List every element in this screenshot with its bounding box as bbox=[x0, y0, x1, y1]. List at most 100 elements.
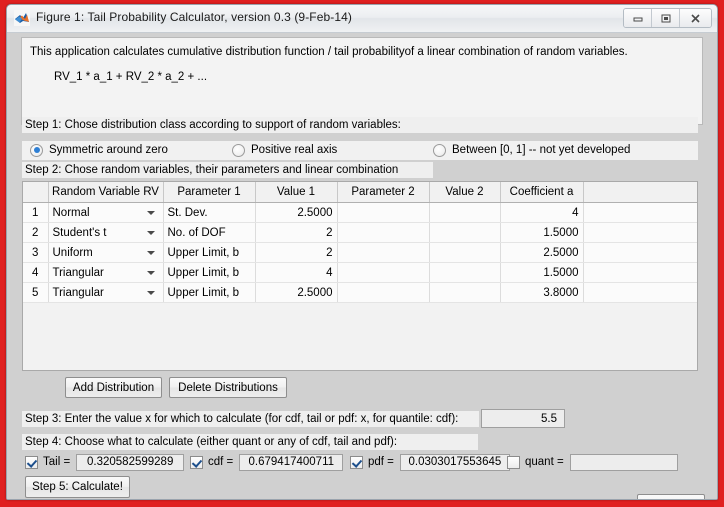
column-header-parameter2[interactable]: Parameter 2 bbox=[337, 182, 430, 203]
radio-label-symmetric: Symmetric around zero bbox=[49, 144, 168, 156]
cell-random-variable[interactable]: Normal bbox=[48, 202, 164, 223]
desktop-background: Figure 1: Tail Probability Calculator, v… bbox=[0, 0, 724, 507]
cell-value1[interactable]: 4 bbox=[255, 262, 338, 283]
random-variables-table: Random Variable RV Parameter 1 Value 1 P… bbox=[23, 182, 697, 303]
table-row[interactable]: 4 Triangular Upper Limit, b 4 1.5000 bbox=[23, 262, 697, 283]
cell-parameter2[interactable] bbox=[337, 242, 430, 263]
table-header-row: Random Variable RV Parameter 1 Value 1 P… bbox=[23, 182, 697, 203]
pdf-value-field[interactable]: 0.0303017553645 bbox=[399, 453, 510, 471]
cell-filler bbox=[583, 282, 697, 303]
cdf-label: cdf = bbox=[208, 456, 234, 468]
rv-value: Triangular bbox=[52, 286, 104, 299]
cell-value2[interactable] bbox=[429, 202, 501, 223]
table-row[interactable]: 2 Student's t No. of DOF 2 1.5000 bbox=[23, 222, 697, 243]
quant-value-field[interactable] bbox=[569, 453, 678, 471]
pdf-label: pdf = bbox=[368, 456, 394, 468]
description-panel: This application calculates cumulative d… bbox=[21, 37, 703, 125]
column-header-random-variable[interactable]: Random Variable RV bbox=[48, 182, 164, 203]
exit-button[interactable]: Exit bbox=[637, 494, 705, 499]
table-row[interactable]: 1 Normal St. Dev. 2.5000 4 bbox=[23, 202, 697, 223]
cell-coefficient[interactable]: 1.5000 bbox=[500, 262, 584, 283]
chevron-down-icon[interactable] bbox=[146, 291, 155, 295]
cdf-result-group: cdf = 0.679417400711 bbox=[190, 453, 344, 471]
title-bar[interactable]: Figure 1: Tail Probability Calculator, v… bbox=[7, 5, 717, 33]
cell-value2[interactable] bbox=[429, 282, 501, 303]
cell-value1[interactable]: 2 bbox=[255, 242, 338, 263]
column-header-value2[interactable]: Value 2 bbox=[429, 182, 501, 203]
formula-text: RV_1 * a_1 + RV_2 * a_2 + ... bbox=[54, 71, 208, 83]
column-header-value1[interactable]: Value 1 bbox=[255, 182, 338, 203]
table-row[interactable]: 5 Triangular Upper Limit, b 2.5000 3.800… bbox=[23, 282, 697, 303]
cdf-checkbox[interactable] bbox=[190, 455, 203, 469]
cell-filler bbox=[583, 202, 697, 223]
minimize-button[interactable] bbox=[624, 9, 652, 27]
pdf-checkbox[interactable] bbox=[350, 455, 363, 469]
chevron-down-icon[interactable] bbox=[146, 251, 155, 255]
chevron-down-icon[interactable] bbox=[146, 271, 155, 275]
minimize-icon bbox=[633, 17, 642, 22]
cell-parameter2[interactable] bbox=[337, 202, 430, 223]
cell-parameter1[interactable]: Upper Limit, b bbox=[163, 282, 256, 303]
cell-value1[interactable]: 2.5000 bbox=[255, 282, 338, 303]
cell-parameter1[interactable]: St. Dev. bbox=[163, 202, 256, 223]
distribution-class-radio-group: Symmetric around zero Positive real axis… bbox=[22, 141, 698, 160]
window-controls bbox=[623, 8, 712, 28]
cell-parameter2[interactable] bbox=[337, 222, 430, 243]
cell-coefficient[interactable]: 4 bbox=[500, 202, 584, 223]
cell-parameter2[interactable] bbox=[337, 262, 430, 283]
x-value-input[interactable]: 5.5 bbox=[481, 409, 565, 428]
cell-random-variable[interactable]: Student's t bbox=[48, 222, 164, 243]
table-row[interactable]: 3 Uniform Upper Limit, b 2 2.5000 bbox=[23, 242, 697, 263]
column-header-parameter1[interactable]: Parameter 1 bbox=[163, 182, 256, 203]
radio-unselected-icon bbox=[433, 143, 446, 157]
pdf-result-group: pdf = 0.0303017553645 bbox=[350, 453, 510, 471]
cell-value2[interactable] bbox=[429, 242, 501, 263]
radio-unselected-icon bbox=[232, 143, 245, 157]
column-header-filler bbox=[583, 182, 697, 203]
step1-label: Step 1: Chose distribution class accordi… bbox=[22, 117, 698, 133]
tail-checkbox[interactable] bbox=[25, 455, 38, 469]
cell-coefficient[interactable]: 2.5000 bbox=[500, 242, 584, 263]
radio-symmetric-around-zero[interactable]: Symmetric around zero bbox=[30, 142, 168, 158]
rv-value: Normal bbox=[52, 206, 90, 219]
maximize-button[interactable] bbox=[652, 9, 680, 27]
cell-parameter1[interactable]: Upper Limit, b bbox=[163, 262, 256, 283]
column-header-coefficient[interactable]: Coefficient a bbox=[500, 182, 584, 203]
close-button[interactable] bbox=[680, 9, 711, 27]
radio-between-zero-one[interactable]: Between [0, 1] -- not yet developed bbox=[433, 142, 630, 158]
cell-value1[interactable]: 2 bbox=[255, 222, 338, 243]
calculate-button[interactable]: Step 5: Calculate! bbox=[25, 476, 130, 498]
maximize-icon bbox=[661, 14, 670, 22]
radio-selected-icon bbox=[30, 143, 43, 157]
window-title: Figure 1: Tail Probability Calculator, v… bbox=[36, 10, 353, 24]
cell-random-variable[interactable]: Uniform bbox=[48, 242, 164, 263]
row-index: 1 bbox=[23, 202, 49, 223]
step4-label: Step 4: Choose what to calculate (either… bbox=[22, 434, 478, 450]
cell-random-variable[interactable]: Triangular bbox=[48, 262, 164, 283]
row-index: 3 bbox=[23, 242, 49, 263]
radio-positive-real-axis[interactable]: Positive real axis bbox=[232, 142, 337, 158]
cell-value2[interactable] bbox=[429, 222, 501, 243]
cell-filler bbox=[583, 262, 697, 283]
chevron-down-icon[interactable] bbox=[146, 231, 155, 235]
tail-result-group: Tail = 0.320582599289 bbox=[25, 453, 185, 471]
cell-value1[interactable]: 2.5000 bbox=[255, 202, 338, 223]
cell-coefficient[interactable]: 3.8000 bbox=[500, 282, 584, 303]
cell-parameter1[interactable]: Upper Limit, b bbox=[163, 242, 256, 263]
delete-distributions-button[interactable]: Delete Distributions bbox=[169, 377, 287, 398]
cell-value2[interactable] bbox=[429, 262, 501, 283]
step2-label: Step 2: Chose random variables, their pa… bbox=[22, 162, 433, 178]
add-distribution-button[interactable]: Add Distribution bbox=[65, 377, 162, 398]
tail-value-field[interactable]: 0.320582599289 bbox=[76, 453, 185, 471]
matlab-membrane-icon bbox=[14, 10, 30, 26]
cell-parameter2[interactable] bbox=[337, 282, 430, 303]
cell-parameter1[interactable]: No. of DOF bbox=[163, 222, 256, 243]
client-area: This application calculates cumulative d… bbox=[7, 33, 717, 499]
rv-value: Student's t bbox=[52, 226, 107, 239]
quant-checkbox[interactable] bbox=[507, 455, 520, 469]
cdf-value-field[interactable]: 0.679417400711 bbox=[239, 453, 344, 471]
chevron-down-icon[interactable] bbox=[146, 211, 155, 215]
cell-coefficient[interactable]: 1.5000 bbox=[500, 222, 584, 243]
column-header-index[interactable] bbox=[23, 182, 49, 203]
cell-random-variable[interactable]: Triangular bbox=[48, 282, 164, 303]
